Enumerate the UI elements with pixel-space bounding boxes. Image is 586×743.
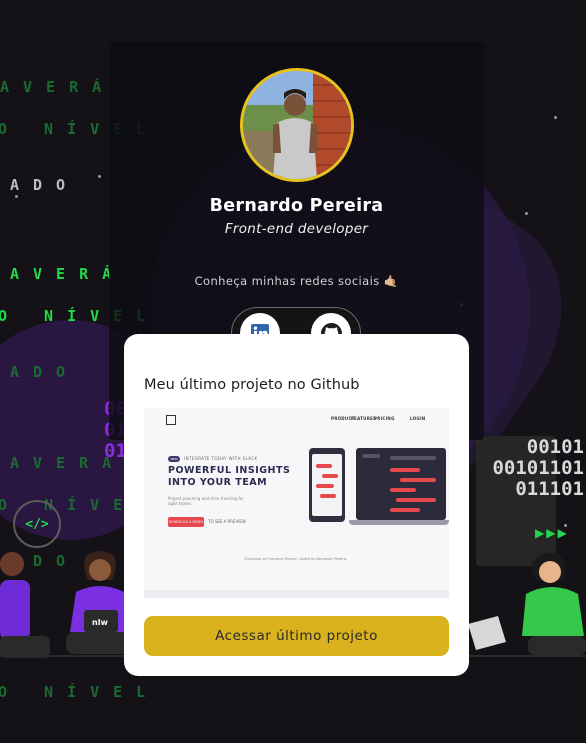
star-dot [15, 195, 18, 198]
preview-phone [309, 448, 345, 522]
matrix-text: O NÍVEL [0, 683, 160, 701]
avatar [240, 68, 354, 182]
profile-name: Bernardo Pereira [209, 196, 384, 216]
preview-primary-button: SCHEDULE A DEMO [168, 517, 204, 527]
preview-subtext: Project planning and time tracking for a… [168, 496, 244, 506]
binary-line: 00101101 [492, 457, 584, 479]
project-preview-image[interactable]: PRODUCT FEATURES PRICING LOGIN NEW INTEG… [144, 408, 449, 598]
star-dot [98, 175, 101, 178]
preview-laptop-base [349, 520, 449, 525]
profile-photo [243, 71, 351, 179]
matrix-text: ADO [10, 363, 80, 381]
preview-nav-item: PRICING [374, 416, 395, 421]
person-illustration [522, 552, 586, 656]
profile-role: Front-end developer [224, 221, 369, 237]
laptop-sticker: nlw [92, 618, 108, 627]
project-card-title: Meu último projeto no Github [144, 377, 360, 393]
preview-headline-line: POWERFUL INSIGHTS [168, 465, 291, 476]
preview-headline: POWERFUL INSIGHTS INTO YOUR TEAM [168, 465, 290, 489]
preview-headline-line: INTO YOUR TEAM [168, 477, 268, 488]
matrix-text: ADO [10, 176, 80, 194]
open-last-project-button[interactable]: Acessar último projeto [144, 616, 449, 656]
social-prompt: Conheça minhas redes sociais 🤙🏼 [194, 274, 399, 288]
matrix-text: AVERÁ [0, 78, 116, 96]
binary-code-right: 00101 00101101 011101 [492, 437, 584, 500]
preview-nav-item: LOGIN [410, 416, 426, 421]
person-illustration [0, 552, 50, 658]
binary-line: 011101 [515, 478, 584, 500]
binary-line: 00101 [526, 436, 584, 458]
laptop-illustration [468, 616, 506, 650]
preview-secondary-button: TO SEE A PREVIEW [208, 519, 246, 524]
preview-logo [166, 415, 176, 425]
preview-tag-label: NEW [170, 457, 178, 461]
preview-footer: Challenge by Frontend Mentor. Coded by B… [244, 557, 347, 561]
star-dot [525, 212, 528, 215]
preview-laptop [356, 448, 446, 520]
matrix-text: AVERÁ [10, 265, 126, 283]
preview-nav-item: FEATURES [351, 416, 377, 421]
preview-scrollbar [144, 590, 449, 598]
star-dot [554, 116, 557, 119]
arrows-icon: ▶▶▶ [535, 526, 569, 540]
preview-tag-text: INTEGRATE TODAY WITH SLACK [184, 456, 258, 461]
preview-tag: NEW [168, 456, 180, 462]
project-card: Meu último projeto no Github PRODUCT FEA… [124, 334, 469, 676]
